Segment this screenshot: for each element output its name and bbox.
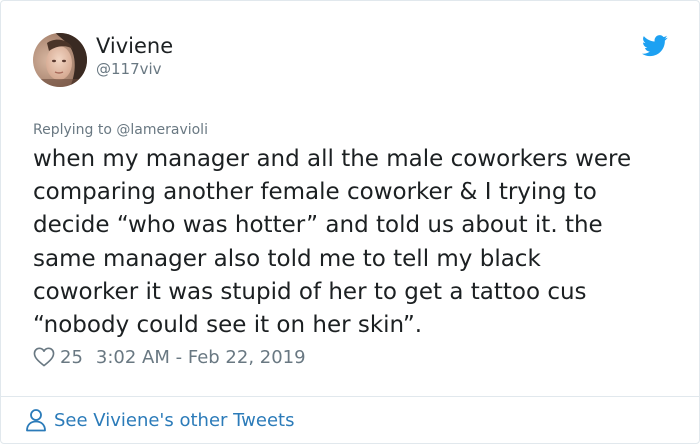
tweet-meta: 25 3:02 AM - Feb 22, 2019 bbox=[33, 344, 306, 370]
tweet-text-line: comparing another female coworker & I tr… bbox=[33, 179, 597, 206]
display-name[interactable]: Viviene bbox=[96, 33, 173, 59]
avatar[interactable] bbox=[33, 33, 87, 87]
person-icon bbox=[26, 409, 46, 432]
tweet-text-line: same manager also told me to tell my bla… bbox=[33, 245, 541, 272]
tweet-text-line: decide “who was hotter” and told us abou… bbox=[33, 212, 603, 239]
handle[interactable]: @117viv bbox=[96, 59, 162, 79]
tweet-text-line: when my manager and all the male coworke… bbox=[33, 146, 632, 172]
like-button[interactable]: 25 bbox=[33, 347, 83, 368]
like-count: 25 bbox=[60, 346, 83, 368]
tweet-text-line: “nobody could see it on her skin”. bbox=[33, 312, 423, 339]
reply-to-link[interactable]: @lameravioli bbox=[116, 122, 208, 138]
twitter-bird-icon[interactable] bbox=[642, 35, 668, 57]
reply-context: Replying to @lameravioli bbox=[33, 121, 208, 139]
see-more-label: See Viviene's other Tweets bbox=[54, 409, 295, 431]
avatar-image bbox=[33, 33, 87, 87]
divider bbox=[1, 396, 699, 397]
tweet-card: Viviene @117viv Replying to @lameravioli… bbox=[0, 0, 700, 444]
see-more-tweets-link[interactable]: See Viviene's other Tweets bbox=[25, 406, 294, 434]
timestamp[interactable]: 3:02 AM - Feb 22, 2019 bbox=[96, 347, 306, 368]
tweet-text-line: coworker it was stupid of her to get a t… bbox=[33, 278, 587, 305]
reply-prefix: Replying to bbox=[33, 122, 117, 138]
heart-icon bbox=[33, 347, 55, 367]
tweet-text: when my manager and all the male coworke… bbox=[33, 143, 673, 342]
